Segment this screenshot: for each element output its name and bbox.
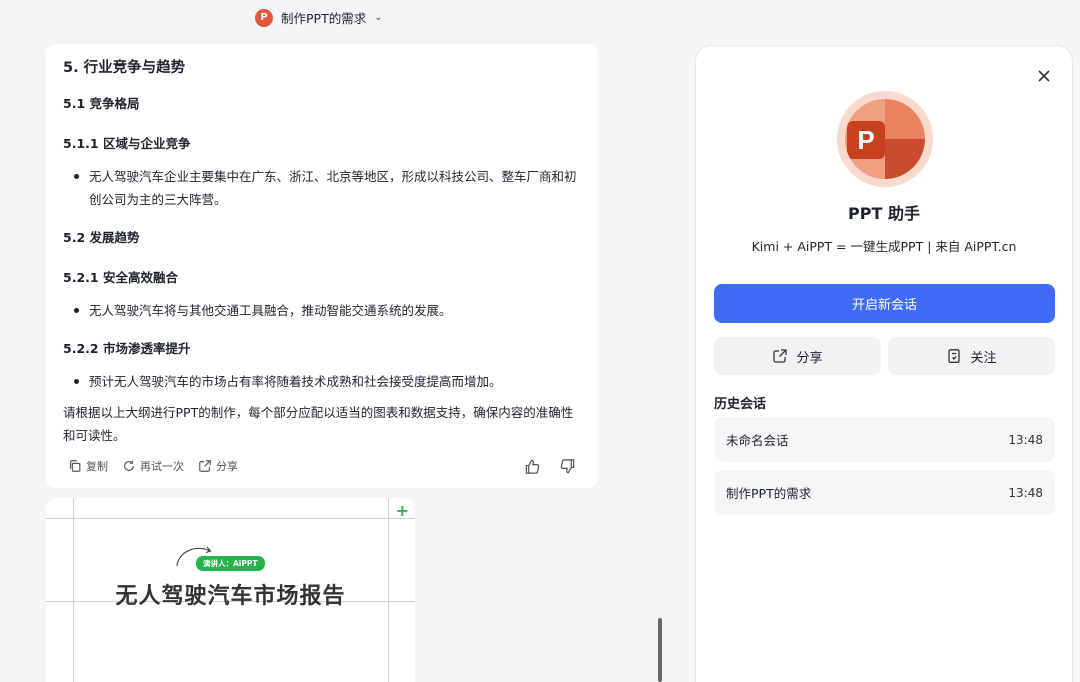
list-item-text: 无人驾驶汽车将与其他交通工具融合，推动智能交通系统的发展。	[89, 303, 452, 318]
copy-label: 复制	[86, 460, 108, 473]
share-icon	[773, 349, 788, 363]
retry-button[interactable]: 再试一次	[122, 458, 184, 474]
history-item[interactable]: 制作PPT的需求 13:48	[714, 470, 1055, 515]
share-button[interactable]: 分享	[198, 458, 238, 474]
top-bar: P 制作PPT的需求 ⌄	[0, 0, 680, 36]
share-label: 分享	[796, 350, 823, 366]
bookmark-icon	[948, 349, 961, 363]
message-actions: 复制 再试一次 分享	[68, 457, 576, 475]
follow-button[interactable]: 关注	[888, 337, 1055, 375]
list-item: 预计无人驾驶汽车的市场占有率将随着技术成熟和社会接受度提高而增加。	[63, 370, 580, 393]
history-item[interactable]: 未命名会话 13:48	[714, 417, 1055, 462]
share-icon	[199, 460, 211, 472]
add-icon[interactable]: +	[396, 501, 409, 520]
assistant-info-panel: P PPT 助手 Kimi + AiPPT = 一键生成PPT | 来自 AiP…	[695, 45, 1073, 682]
assistant-name: PPT 助手	[848, 204, 920, 223]
subsection-heading: 5.1.1 区域与企业竞争	[63, 136, 191, 151]
new-chat-button[interactable]: 开启新会话	[714, 284, 1055, 323]
thumbs-down-icon[interactable]	[559, 458, 576, 475]
history-item-time: 13:48	[1008, 432, 1043, 447]
conversation-title: 制作PPT的需求	[281, 11, 367, 26]
slide-title: 无人驾驶汽车市场报告	[115, 584, 346, 609]
ppt-slide-preview[interactable]: + 演讲人：AiPPT 无人驾驶汽车市场报告	[46, 498, 415, 682]
retry-label: 再试一次	[140, 460, 184, 473]
closing-paragraph: 请根据以上大纲进行PPT的制作，每个部分应配以适当的图表和数据支持，确保内容的准…	[63, 405, 574, 443]
history-item-name: 制作PPT的需求	[726, 486, 812, 501]
subsection-heading: 5.1 竞争格局	[63, 96, 140, 111]
section-heading: 5. 行业竞争与趋势	[63, 60, 186, 76]
share-label: 分享	[216, 460, 238, 473]
subsection-heading: 5.2.2 市场渗透率提升	[63, 341, 191, 356]
close-icon[interactable]	[1036, 68, 1052, 84]
svg-text:P: P	[857, 125, 874, 155]
subsection-heading: 5.2 发展趋势	[63, 230, 140, 245]
list-item: 无人驾驶汽车企业主要集中在广东、浙江、北京等地区，形成以科技公司、整车厂商和初创…	[63, 165, 580, 211]
copy-button[interactable]: 复制	[68, 458, 108, 474]
chevron-down-icon: ⌄	[374, 12, 383, 23]
history-item-time: 13:48	[1008, 485, 1043, 500]
list-item-text: 无人驾驶汽车企业主要集中在广东、浙江、北京等地区，形成以科技公司、整车厂商和初创…	[89, 169, 577, 207]
history-item-name: 未命名会话	[726, 433, 789, 448]
follow-label: 关注	[970, 350, 997, 366]
presenter-badge: 演讲人：AiPPT	[196, 556, 265, 571]
ppt-assistant-logo: P	[837, 91, 933, 187]
list-item-text: 预计无人驾驶汽车的市场占有率将随着技术成熟和社会接受度提高而增加。	[89, 374, 502, 389]
list-item: 无人驾驶汽车将与其他交通工具融合，推动智能交通系统的发展。	[63, 299, 580, 322]
assistant-description: Kimi + AiPPT = 一键生成PPT | 来自 AiPPT.cn	[751, 239, 1017, 254]
scrollbar[interactable]	[658, 618, 662, 682]
assistant-message: 5. 行业竞争与趋势 5.1 竞争格局 5.1.1 区域与企业竞争 无人驾驶汽车…	[46, 44, 598, 488]
history-heading: 历史会话	[714, 397, 767, 412]
conversation-title-dropdown[interactable]: P 制作PPT的需求 ⌄	[255, 8, 383, 27]
powerpoint-icon: P	[845, 99, 925, 179]
powerpoint-icon: P	[255, 8, 273, 27]
thumbs-up-icon[interactable]	[524, 458, 541, 475]
share-assistant-button[interactable]: 分享	[714, 337, 881, 375]
copy-icon	[70, 460, 81, 472]
refresh-icon	[124, 460, 134, 471]
subsection-heading: 5.2.1 安全高效融合	[63, 270, 178, 285]
